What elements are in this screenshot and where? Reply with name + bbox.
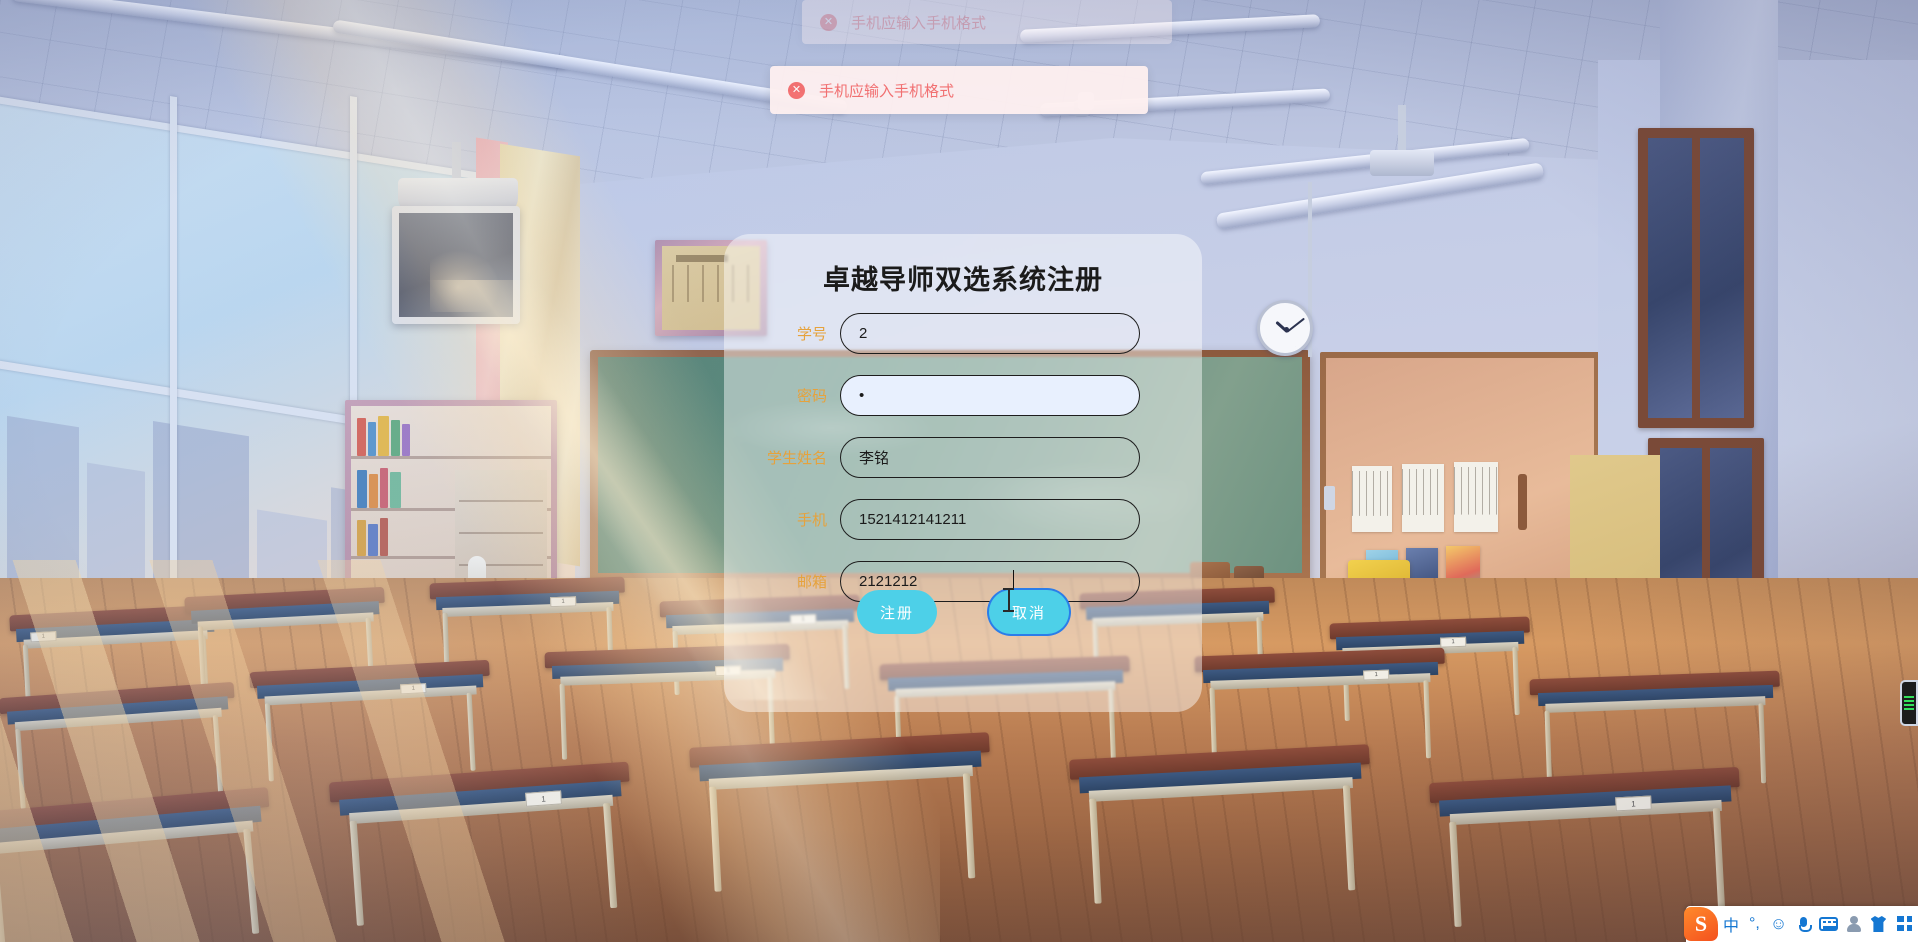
label-student-id: 学号 bbox=[796, 325, 827, 343]
notice-paper bbox=[1454, 462, 1498, 532]
password-input[interactable] bbox=[840, 374, 1140, 416]
punctuation-mode-toggle[interactable]: °, bbox=[1744, 915, 1765, 933]
label-password: 密码 bbox=[796, 387, 827, 405]
student-desk: 1 bbox=[429, 576, 625, 673]
phone-input[interactable] bbox=[840, 498, 1140, 540]
corridor-window-glass bbox=[1700, 138, 1744, 418]
toast-notification-fading: ✕ 手机应输入手机格式 bbox=[802, 0, 1172, 44]
desk-label: 1 bbox=[400, 683, 427, 695]
projector-screen-roller bbox=[1370, 150, 1434, 176]
battery-indicator[interactable] bbox=[1900, 680, 1918, 726]
light-switch bbox=[1324, 486, 1335, 510]
text-caret bbox=[1013, 570, 1014, 589]
desk-label: 1 bbox=[1440, 636, 1467, 648]
book bbox=[357, 418, 366, 456]
error-circle-icon: ✕ bbox=[788, 81, 805, 99]
desk-label: 1 bbox=[1363, 669, 1390, 681]
register-button[interactable]: 注册 bbox=[857, 590, 937, 634]
book bbox=[378, 416, 389, 456]
page-title: 卓越导师双选系统注册 bbox=[823, 265, 1103, 295]
battery-bar bbox=[1904, 708, 1914, 710]
form-row-phone: 手机 bbox=[724, 498, 1202, 540]
soft-keyboard-icon[interactable] bbox=[1819, 917, 1838, 931]
toolbox-icon[interactable] bbox=[1897, 916, 1912, 932]
wall-clock bbox=[1257, 300, 1313, 356]
register-form: 学号 密码 学生姓名 手机 邮箱 bbox=[724, 312, 1202, 622]
form-row-student-id: 学号 bbox=[724, 312, 1202, 354]
battery-bar bbox=[1904, 704, 1914, 706]
emoji-icon[interactable]: ☺ bbox=[1765, 914, 1792, 934]
corridor-window-glass bbox=[1648, 138, 1692, 418]
toast-notification[interactable]: ✕ 手机应输入手机格式 bbox=[770, 66, 1148, 114]
sogou-logo-icon[interactable]: S bbox=[1684, 907, 1718, 941]
tv-screen-glare bbox=[430, 250, 500, 312]
window-mullion bbox=[170, 96, 177, 658]
book bbox=[368, 422, 376, 456]
book bbox=[369, 474, 378, 508]
label-phone: 手机 bbox=[796, 511, 827, 529]
book bbox=[368, 524, 378, 556]
user-account-icon[interactable] bbox=[1846, 916, 1862, 932]
language-mode-toggle[interactable]: 中 bbox=[1718, 912, 1744, 936]
book bbox=[357, 520, 366, 556]
toast-message: 手机应输入手机格式 bbox=[851, 14, 987, 32]
clock-center-pin bbox=[1284, 327, 1289, 332]
book bbox=[402, 424, 410, 456]
desk-label: 1 bbox=[550, 596, 577, 608]
register-dialog-panel: 卓越导师双选系统注册 学号 密码 学生姓名 手机 邮箱 注册 取消 bbox=[724, 234, 1202, 712]
desk-label: 1 bbox=[525, 790, 562, 807]
notice-paper bbox=[1352, 466, 1392, 532]
battery-bar bbox=[1904, 700, 1914, 702]
student-id-input[interactable] bbox=[840, 312, 1140, 354]
notice-paper bbox=[1402, 464, 1444, 532]
sogou-ime-toolbar[interactable]: S 中 °, ☺ bbox=[1684, 906, 1918, 942]
cabinet-drawer-line bbox=[459, 532, 543, 534]
voice-input-icon[interactable] bbox=[1799, 916, 1812, 932]
dialog-button-row: 注册 取消 bbox=[724, 590, 1202, 634]
book bbox=[380, 468, 388, 508]
projector-arm bbox=[1398, 105, 1406, 153]
book bbox=[390, 472, 401, 508]
book bbox=[380, 518, 388, 556]
label-student-name: 学生姓名 bbox=[766, 449, 827, 467]
desk-label: 1 bbox=[1615, 795, 1652, 812]
form-row-password: 密码 bbox=[724, 374, 1202, 416]
skin-icon[interactable] bbox=[1870, 916, 1887, 932]
book bbox=[357, 470, 367, 508]
error-circle-icon: ✕ bbox=[820, 13, 837, 31]
book bbox=[391, 420, 400, 456]
toast-message: 手机应输入手机格式 bbox=[819, 82, 955, 100]
cancel-button[interactable]: 取消 bbox=[989, 590, 1069, 634]
door-handle bbox=[1518, 474, 1527, 530]
shelf-divider bbox=[351, 456, 551, 459]
student-name-input[interactable] bbox=[840, 436, 1140, 478]
desk-label: 1 bbox=[30, 631, 57, 643]
label-email: 邮箱 bbox=[796, 573, 827, 591]
form-row-student-name: 学生姓名 bbox=[724, 436, 1202, 478]
cabinet-drawer-line bbox=[459, 500, 543, 502]
battery-bar bbox=[1904, 696, 1914, 698]
